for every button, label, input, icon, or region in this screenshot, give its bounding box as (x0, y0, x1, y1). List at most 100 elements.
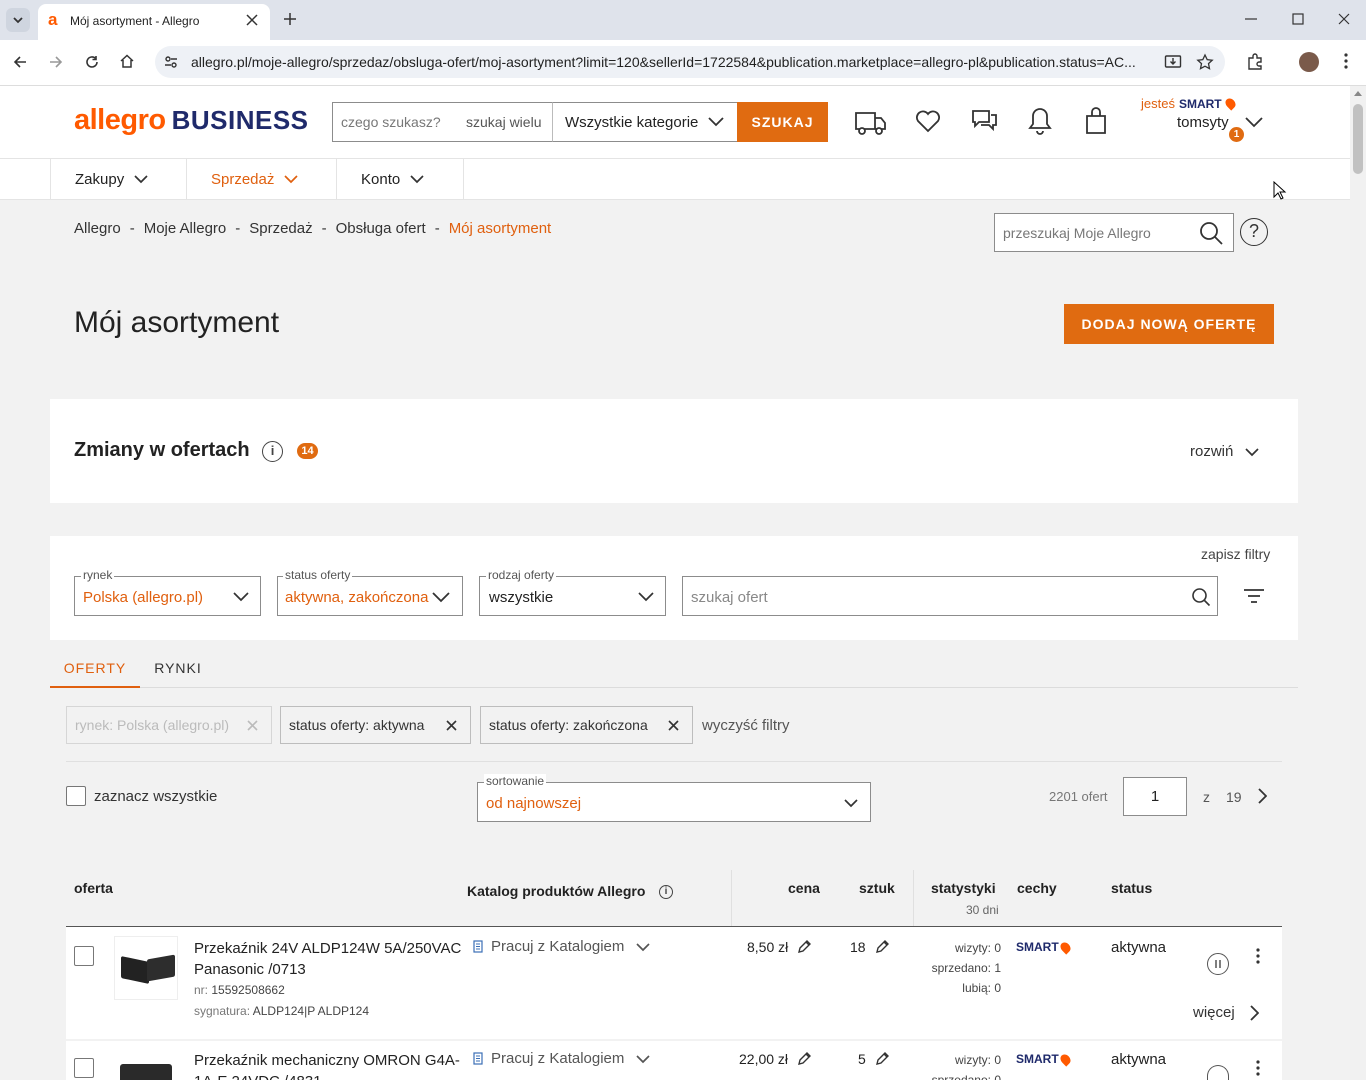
chevron-down-icon (284, 175, 298, 184)
reload-icon[interactable] (84, 54, 100, 70)
search-icon[interactable] (1198, 220, 1224, 246)
my-allegro-search-input[interactable]: przeszukaj Moje Allegro (994, 213, 1234, 252)
scrollbar-thumb[interactable] (1353, 104, 1363, 174)
tab-list-button[interactable] (6, 8, 30, 32)
offer-search-placeholder: szukaj ofert (691, 589, 768, 606)
allegro-business-logo[interactable]: allegro BUSINESS (74, 104, 309, 137)
install-app-icon[interactable] (1164, 53, 1182, 71)
maximize-icon[interactable] (1292, 13, 1304, 25)
nav-item-label: Konto (361, 170, 401, 188)
breadcrumb-moje-allegro[interactable]: Moje Allegro (144, 220, 227, 237)
offer-number-value: 15592508662 (211, 983, 285, 997)
extensions-icon[interactable] (1246, 53, 1264, 71)
catalog-label: Pracuj z Katalogiem (491, 1050, 625, 1067)
next-page-icon[interactable] (1257, 788, 1267, 804)
user-notification-badge: 1 (1229, 127, 1244, 142)
back-icon[interactable] (12, 54, 28, 70)
offer-title[interactable]: Przekaźnik 24V ALDP124W 5A/250VAC Panaso… (194, 938, 461, 980)
row-checkbox[interactable] (74, 1058, 94, 1078)
info-icon[interactable]: i (659, 885, 673, 899)
breadcrumb-allegro[interactable]: Allegro (74, 220, 121, 237)
more-options-icon[interactable] (1256, 948, 1260, 964)
breadcrumb-sprzedaz[interactable]: Sprzedaż (249, 220, 312, 237)
more-options-icon[interactable] (1256, 1060, 1260, 1076)
page-of-label: z (1203, 789, 1210, 805)
add-new-offer-button[interactable]: DODAJ NOWĄ OFERTĘ (1064, 304, 1274, 344)
multi-search-link[interactable]: szukaj wielu (466, 114, 541, 130)
bookmark-star-icon[interactable] (1196, 53, 1214, 71)
advanced-filters-icon[interactable] (1243, 588, 1265, 604)
nav-item-sprzedaz[interactable]: Sprzedaż (187, 159, 337, 199)
breadcrumb-obsluga-ofert[interactable]: Obsługa ofert (336, 220, 426, 237)
browser-tab[interactable]: a Mój asortyment - Allegro (38, 4, 270, 40)
notifications-bell-icon[interactable] (1028, 106, 1052, 136)
help-icon[interactable]: ? (1240, 218, 1268, 246)
heart-icon[interactable] (915, 109, 941, 133)
smart-status[interactable]: jesteś SMART (1141, 96, 1238, 111)
market-select[interactable]: Polska (allegro.pl) (74, 576, 261, 616)
username[interactable]: tomsyty (1177, 114, 1229, 131)
search-button[interactable]: SZUKAJ (737, 102, 828, 142)
offer-status-select[interactable]: aktywna, zakończona (277, 576, 463, 616)
new-tab-icon[interactable] (283, 12, 297, 26)
select-all-checkbox[interactable] (66, 786, 86, 806)
chevron-down-icon (844, 799, 858, 808)
pause-offer-button[interactable] (1207, 1065, 1229, 1080)
save-filters-link[interactable]: zapisz filtry (1201, 546, 1270, 562)
home-icon[interactable] (119, 53, 135, 69)
edit-pencil-icon[interactable] (875, 939, 890, 954)
cart-bag-icon[interactable] (1085, 107, 1107, 135)
edit-pencil-icon[interactable] (875, 1051, 890, 1066)
sort-select[interactable]: od najnowszej (477, 782, 871, 822)
breadcrumb-separator: - (235, 220, 241, 237)
menu-dots-icon[interactable] (1344, 53, 1348, 69)
header-search-input[interactable]: czego szukasz? szukaj wielu (332, 102, 553, 142)
close-icon[interactable] (668, 720, 679, 731)
page-number-input[interactable]: 1 (1123, 777, 1187, 816)
url-text[interactable]: allegro.pl/moje-allegro/sprzedaz/obsluga… (191, 54, 1156, 70)
close-icon[interactable] (446, 720, 457, 731)
changes-count-badge: 14 (297, 443, 318, 459)
tab-markets[interactable]: RYNKI (140, 652, 216, 688)
filter-chip-status-active[interactable]: status oferty: aktywna (280, 706, 471, 744)
offer-quantity: 18 (850, 939, 866, 955)
catalog-dropdown[interactable]: Pracuj z Katalogiem (473, 1050, 651, 1067)
tab-offers[interactable]: OFERTY (50, 652, 140, 688)
scroll-up-icon[interactable] (1354, 90, 1362, 96)
filter-chip-status-ended[interactable]: status oferty: zakończona (480, 706, 693, 744)
offer-title[interactable]: Przekaźnik mechaniczny OMRON G4A- 1A-E 2… (194, 1050, 460, 1080)
product-thumbnail[interactable] (114, 1050, 178, 1080)
search-icon[interactable] (1191, 587, 1211, 607)
catalog-dropdown[interactable]: Pracuj z Katalogiem (473, 938, 651, 955)
messages-icon[interactable] (971, 108, 998, 134)
offer-type-select[interactable]: wszystkie (479, 576, 666, 616)
profile-avatar[interactable] (1299, 52, 1319, 72)
offer-search-input[interactable]: szukaj ofert (682, 576, 1218, 616)
offer-title-line: 1A-E 24VDC /4831 (194, 1071, 460, 1080)
header-divider (731, 870, 732, 926)
chevron-down-icon (134, 175, 148, 184)
chevron-down-icon[interactable] (1245, 116, 1263, 128)
offer-price: 22,00 zł (739, 1051, 789, 1067)
clear-filters-link[interactable]: wyczyść filtry (702, 717, 790, 734)
expand-changes-button[interactable]: rozwiń (1190, 443, 1259, 460)
smart-badge: SMART (1016, 1051, 1073, 1067)
page-scrollbar[interactable] (1350, 86, 1366, 1080)
window-close-icon[interactable] (1338, 13, 1350, 25)
category-select[interactable]: Wszystkie kategorie (552, 102, 738, 142)
delivery-truck-icon[interactable] (854, 107, 888, 137)
product-thumbnail[interactable] (114, 936, 178, 1000)
pause-offer-button[interactable] (1207, 953, 1229, 975)
close-icon[interactable] (246, 14, 258, 26)
edit-pencil-icon[interactable] (797, 939, 812, 954)
site-info-icon[interactable] (163, 54, 179, 70)
more-details-link[interactable]: więcej (1193, 1004, 1259, 1021)
row-checkbox[interactable] (74, 946, 94, 966)
minimize-icon[interactable] (1245, 18, 1257, 20)
info-icon[interactable]: i (262, 441, 283, 462)
select-all-label[interactable]: zaznacz wszystkie (94, 788, 217, 805)
edit-pencil-icon[interactable] (797, 1051, 812, 1066)
forward-icon[interactable] (48, 54, 64, 70)
nav-item-zakupy[interactable]: Zakupy (50, 159, 187, 199)
nav-item-konto[interactable]: Konto (337, 159, 464, 199)
